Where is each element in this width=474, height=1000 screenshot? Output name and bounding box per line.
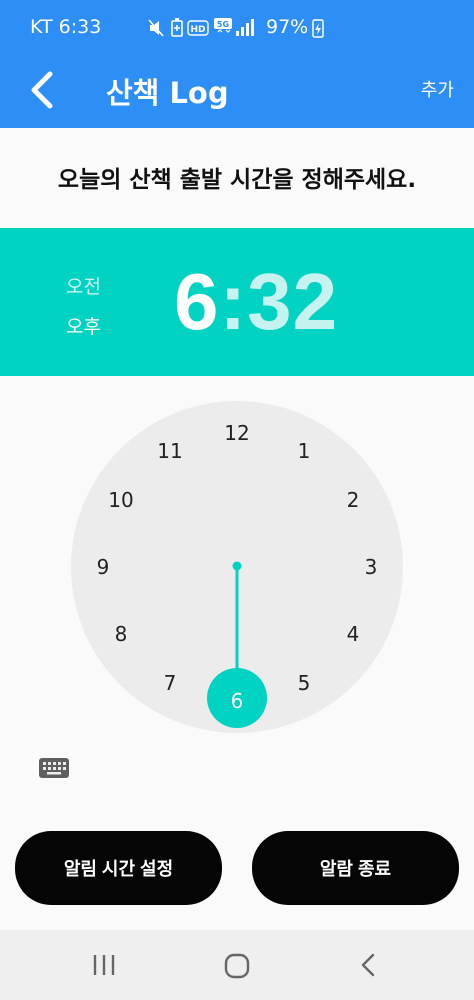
hour-label-5[interactable]: 5 xyxy=(298,671,311,695)
end-alarm-button[interactable]: 알람 종료 xyxy=(252,831,459,905)
set-alarm-time-button[interactable]: 알림 시간 설정 xyxy=(15,831,222,905)
status-bar: KT 6:33 HD 5G 97% xyxy=(0,0,474,56)
hour-label-2[interactable]: 2 xyxy=(347,488,360,512)
hour-label-12[interactable]: 12 xyxy=(224,421,249,445)
hour-label-6[interactable]: 6 xyxy=(231,689,244,713)
battery-percent: 97% xyxy=(266,16,309,38)
5g-icon: 5G xyxy=(214,18,232,33)
hour-label-9[interactable]: 9 xyxy=(97,555,110,579)
hour-label-3[interactable]: 3 xyxy=(365,555,378,579)
app-bar: 산책 Log 추가 xyxy=(0,56,474,128)
signal-icon xyxy=(236,19,254,36)
battery-saver-icon xyxy=(171,18,183,37)
hour-label-8[interactable]: 8 xyxy=(115,622,128,646)
minute-display[interactable]: 32 xyxy=(247,257,338,346)
system-nav-bar xyxy=(0,930,474,1000)
time-separator: : xyxy=(219,257,248,346)
hd-icon: HD xyxy=(187,20,209,36)
back-arrow-icon[interactable] xyxy=(24,68,64,112)
mute-icon xyxy=(148,19,164,37)
status-icons: HD 5G xyxy=(148,18,254,37)
pm-toggle[interactable]: 오후 xyxy=(66,312,101,339)
time-digits: 6:32 xyxy=(174,256,338,348)
page-title: 산책 Log xyxy=(106,76,229,110)
add-button[interactable]: 추가 xyxy=(421,76,454,102)
clock-dial[interactable]: 121234567891011 xyxy=(70,400,404,734)
am-toggle[interactable]: 오전 xyxy=(66,272,101,299)
hour-label-4[interactable]: 4 xyxy=(347,622,360,646)
svg-text:5G: 5G xyxy=(217,20,229,29)
keyboard-icon[interactable] xyxy=(38,757,70,779)
home-icon[interactable] xyxy=(224,953,250,979)
status-time: KT 6:33 xyxy=(30,16,102,38)
recent-apps-icon[interactable] xyxy=(90,952,118,978)
hour-label-1[interactable]: 1 xyxy=(298,439,311,463)
hour-label-10[interactable]: 10 xyxy=(108,488,133,512)
prompt-text: 오늘의 산책 출발 시간을 정해주세요. xyxy=(57,167,417,193)
hour-label-7[interactable]: 7 xyxy=(164,671,177,695)
hour-label-11[interactable]: 11 xyxy=(157,439,182,463)
hour-display[interactable]: 6 xyxy=(174,257,220,346)
nav-back-icon[interactable] xyxy=(358,952,380,978)
clock-center xyxy=(232,561,242,571)
svg-text:HD: HD xyxy=(190,25,205,35)
charging-icon xyxy=(312,19,324,38)
time-display: 오전 오후 6:32 xyxy=(0,228,474,376)
